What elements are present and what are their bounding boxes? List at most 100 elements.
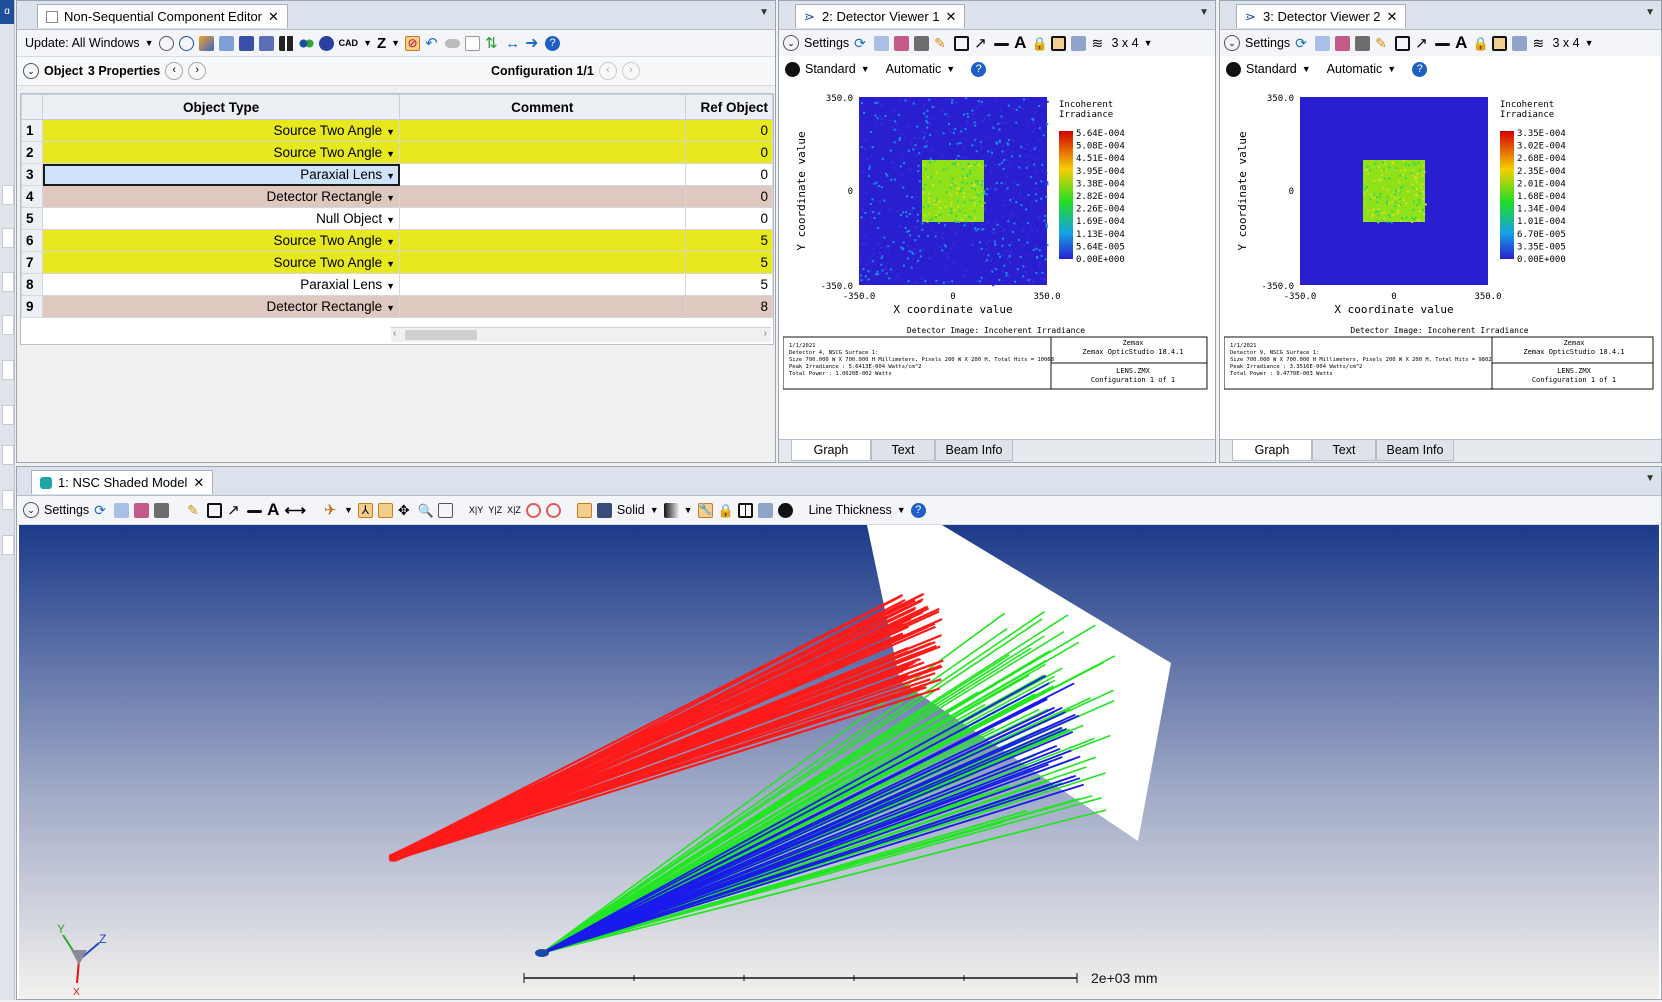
config-next-icon[interactable]: › (622, 62, 640, 80)
undo-icon[interactable]: ↶ (425, 36, 440, 51)
table-row[interactable]: 7 Source Two Angle ▼ 5 (22, 252, 773, 274)
ref-object-cell[interactable]: 5 (685, 230, 772, 252)
ref-object-cell[interactable]: 8 (685, 296, 772, 318)
table-row[interactable]: 3 Paraxial Lens ▼ 0 (22, 164, 773, 186)
chevron-down-icon[interactable]: ▼ (386, 127, 395, 137)
help-icon[interactable]: ? (971, 62, 986, 77)
copy-icon[interactable] (874, 36, 889, 51)
line-icon[interactable] (1435, 43, 1450, 46)
wire-mode-icon[interactable] (597, 503, 612, 518)
settings-button[interactable]: Settings (1245, 36, 1290, 50)
rectangle-icon[interactable] (207, 503, 222, 518)
layout-dropdown[interactable]: 3 x 4 (1552, 36, 1579, 50)
background-gradient-icon[interactable] (664, 503, 679, 518)
pencil-icon[interactable]: ✎ (187, 503, 202, 518)
rotate-x-icon[interactable] (526, 503, 541, 518)
save-icon[interactable] (134, 503, 149, 518)
pencil-icon[interactable]: ✎ (1375, 36, 1390, 51)
refresh-icon[interactable]: ⟳ (854, 36, 869, 51)
chevron-down-icon[interactable]: ▼ (391, 38, 400, 48)
settings-button[interactable]: Settings (804, 36, 849, 50)
config-prev-icon[interactable]: ‹ (599, 62, 617, 80)
table-row[interactable]: 4 Detector Rectangle ▼ 0 (22, 186, 773, 208)
object-type-cell[interactable]: Source Two Angle ▼ (43, 142, 400, 164)
table-row[interactable]: 2 Source Two Angle ▼ 0 (22, 142, 773, 164)
chevron-down-icon[interactable]: ▼ (759, 7, 769, 18)
object-type-cell[interactable]: Source Two Angle ▼ (43, 120, 400, 142)
dock-slot[interactable] (2, 228, 14, 248)
column-header-object-type[interactable]: Object Type (43, 95, 400, 120)
column-header-comment[interactable]: Comment (400, 95, 686, 120)
move-icon[interactable]: ✥ (398, 503, 413, 518)
tab-component-editor[interactable]: Non-Sequential Component Editor ✕ (37, 4, 288, 28)
dock-slot[interactable] (2, 445, 14, 465)
scroll-right-icon[interactable]: › (764, 328, 767, 339)
ref-object-cell[interactable]: 5 (685, 252, 772, 274)
object-type-cell[interactable]: Null Object ▼ (43, 208, 400, 230)
dimension-icon[interactable]: ⟷ (284, 501, 306, 519)
chevron-down-icon[interactable]: ▼ (1144, 38, 1153, 48)
table-row[interactable]: 1 Source Two Angle ▼ 0 (22, 120, 773, 142)
tab-graph[interactable]: Graph (1232, 440, 1312, 461)
cube-icon[interactable] (219, 36, 234, 51)
chevron-down-icon[interactable]: ▼ (861, 64, 870, 74)
window-icon[interactable] (1512, 36, 1527, 51)
dock-slot[interactable] (2, 360, 14, 380)
dock-slot[interactable] (2, 405, 14, 425)
swap-icon[interactable]: ⇅ (485, 36, 500, 51)
layers-icon[interactable]: ≋ (1091, 36, 1106, 51)
chevron-down-icon[interactable]: ▼ (386, 259, 395, 269)
row-number[interactable]: 5 (22, 208, 43, 230)
settings-toggle-icon[interactable]: ⌄ (23, 502, 39, 518)
prev-icon[interactable]: ‹ (165, 62, 183, 80)
arrow-icon[interactable]: ↗ (1415, 36, 1430, 51)
arrow-icon[interactable]: ↗ (227, 503, 242, 518)
scroll-thumb[interactable] (405, 330, 477, 340)
table-row[interactable]: 5 Null Object ▼ 0 (22, 208, 773, 230)
comment-cell[interactable] (400, 142, 686, 164)
tab-detector-viewer[interactable]: ⋗ 2: Detector Viewer 1 ✕ (795, 4, 965, 28)
chevron-down-icon[interactable]: ▼ (1645, 7, 1655, 18)
save-icon[interactable] (1335, 36, 1350, 51)
rotate-y-icon[interactable] (546, 503, 561, 518)
lock-icon[interactable]: 🔒 (1472, 36, 1487, 51)
chevron-down-icon[interactable]: ▼ (386, 303, 395, 313)
chevron-down-icon[interactable]: ▼ (1302, 64, 1311, 74)
refresh-icon[interactable]: ⟳ (94, 503, 109, 518)
standard-dropdown[interactable]: Standard (1246, 62, 1297, 76)
tab-beam-info[interactable]: Beam Info (935, 440, 1013, 461)
ref-object-cell[interactable]: 5 (685, 274, 772, 296)
refresh-icon[interactable] (159, 36, 174, 51)
dock-slot[interactable] (2, 535, 14, 555)
ref-object-cell[interactable]: 0 (685, 120, 772, 142)
settings-button[interactable]: Settings (44, 503, 89, 517)
window-icon[interactable] (1071, 36, 1086, 51)
table-row[interactable]: 9 Detector Rectangle ▼ 8 (22, 296, 773, 318)
close-icon[interactable]: ✕ (268, 9, 279, 24)
detector-plot[interactable]: 350.0 0 -350.0-350.0 0 350.0 X coordinate val… (783, 87, 1209, 407)
dock-slot[interactable] (2, 272, 14, 292)
object-type-cell[interactable]: Paraxial Lens ▼ (43, 274, 400, 296)
tab-detector-viewer[interactable]: ⋗ 3: Detector Viewer 2 ✕ (1236, 4, 1406, 28)
expand-icon[interactable]: ↔ (505, 36, 520, 51)
copy-icon[interactable] (114, 503, 129, 518)
layers-icon[interactable]: ≋ (1532, 36, 1547, 51)
power-icon[interactable] (778, 503, 793, 518)
save-icon[interactable] (894, 36, 909, 51)
chevron-down-icon[interactable]: ▼ (386, 281, 395, 291)
column-header-ref-object[interactable]: Ref Object (685, 95, 772, 120)
detector-plot[interactable]: 350.0 0 -350.0-350.0 0 350.0 X coordinate val… (1224, 87, 1655, 407)
source-point[interactable] (535, 949, 549, 957)
view-yz-button[interactable]: Y|Z (488, 505, 502, 515)
power-icon[interactable] (1226, 62, 1241, 77)
cube-stack-icon[interactable] (259, 36, 274, 51)
text-tool-icon[interactable]: A (267, 500, 279, 520)
comment-cell[interactable] (400, 208, 686, 230)
ref-object-cell[interactable]: 0 (685, 186, 772, 208)
page-icon[interactable] (465, 36, 480, 51)
chevron-down-icon[interactable]: ▼ (650, 505, 659, 515)
toggle-icon[interactable] (445, 39, 460, 48)
object-type-cell[interactable]: Paraxial Lens ▼ (43, 164, 400, 186)
dock-slot[interactable] (2, 185, 14, 205)
layout-icon[interactable] (738, 503, 753, 518)
